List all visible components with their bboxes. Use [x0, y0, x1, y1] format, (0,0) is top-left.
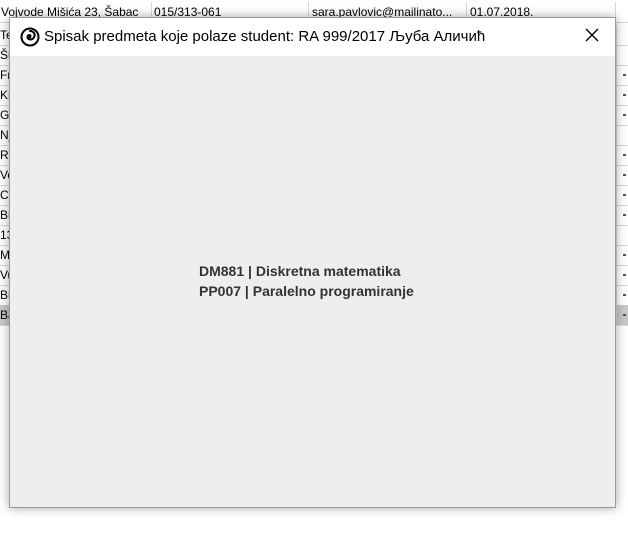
dialog-content: DM881 | Diskretna matematika PP007 | Par…: [10, 56, 615, 507]
swirl-app-icon: [20, 27, 40, 47]
close-icon: [585, 28, 599, 47]
subject-item: PP007 | Paralelno programiranje: [199, 283, 414, 299]
table-cell-edge: [616, 165, 628, 185]
table-cell-edge: [616, 25, 628, 45]
table-cell-edge: [616, 265, 628, 285]
subject-list: DM881 | Diskretna matematika PP007 | Par…: [199, 261, 414, 301]
table-cell-edge: [616, 125, 628, 145]
subject-item: DM881 | Diskretna matematika: [199, 263, 401, 279]
table-cell-edge: [616, 225, 628, 245]
table-cell-edge: [616, 245, 628, 265]
close-button[interactable]: [569, 18, 615, 56]
table-cell-edge: [616, 105, 628, 125]
table-cell-edge: [616, 45, 628, 65]
table-cell-edge: [616, 285, 628, 305]
table-cell-edge: [616, 205, 628, 225]
table-cell-edge: [616, 305, 628, 325]
table-cell-edge: [616, 85, 628, 105]
table-cell-edge: [616, 145, 628, 165]
dialog-titlebar[interactable]: Spisak predmeta koje polaze student: RA …: [10, 18, 615, 56]
table-cell-edge: [616, 185, 628, 205]
subjects-dialog: Spisak predmeta koje polaze student: RA …: [9, 17, 616, 508]
table-cell-edge: [616, 65, 628, 85]
dialog-title: Spisak predmeta koje polaze student: RA …: [44, 28, 486, 45]
